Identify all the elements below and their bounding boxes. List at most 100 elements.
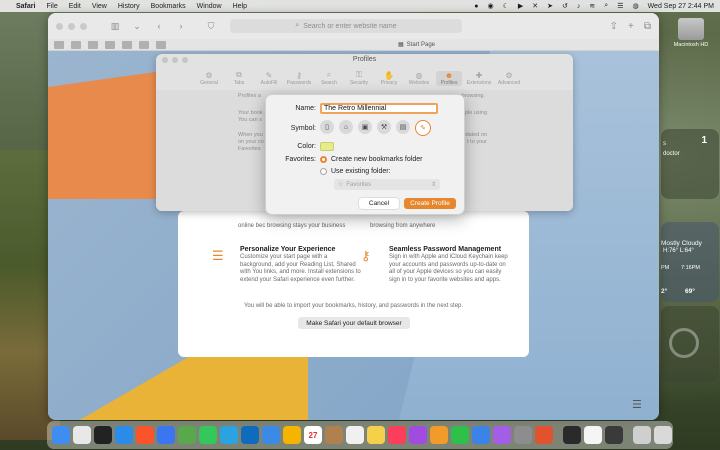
- sidebar-toggle-icon[interactable]: ▥: [107, 20, 123, 32]
- flower-app-icon[interactable]: [493, 426, 511, 444]
- zoom-button[interactable]: [182, 57, 188, 63]
- settings-icon[interactable]: [514, 426, 532, 444]
- folder-select[interactable]: ☆ Favorites ⇕: [334, 179, 440, 190]
- gauge-icon[interactable]: [535, 426, 553, 444]
- menu-view[interactable]: View: [92, 3, 107, 10]
- tab-search[interactable]: ⌕ Search: [316, 70, 342, 86]
- default-browser-button[interactable]: Make Safari your default browser: [298, 317, 410, 329]
- zoom-button[interactable]: [80, 22, 87, 30]
- weather-widget[interactable]: Mostly Cloudy H:76° L:64° PM 7:16PM 2° 6…: [661, 222, 719, 302]
- brave-icon[interactable]: [136, 426, 154, 444]
- tab-profiles[interactable]: ☻ Profiles: [436, 70, 462, 86]
- briefcase-icon[interactable]: ▣: [358, 120, 372, 134]
- create-profile-button[interactable]: Create Profile: [404, 198, 456, 209]
- menu-history[interactable]: History: [118, 3, 140, 10]
- customize-icon[interactable]: ☰: [632, 398, 642, 411]
- tab-passwords[interactable]: ⚷ Passwords: [286, 71, 312, 86]
- maps-icon[interactable]: [178, 426, 196, 444]
- pencil-icon[interactable]: ✎: [415, 120, 431, 136]
- cursor-icon[interactable]: ➤: [547, 2, 553, 10]
- search-icon[interactable]: ⌕: [604, 2, 608, 10]
- moon-icon[interactable]: ☾: [503, 2, 509, 10]
- tab-websites[interactable]: ◍ Websites: [406, 71, 432, 86]
- reminders-widget[interactable]: 1 s doctor: [661, 129, 719, 199]
- siri-icon[interactable]: ◍: [632, 2, 638, 10]
- notes-icon[interactable]: [367, 426, 385, 444]
- volume-icon[interactable]: ♪: [577, 3, 581, 10]
- share-icon[interactable]: ⇪: [610, 21, 618, 32]
- tools-icon[interactable]: ✕: [532, 2, 538, 10]
- telegram-icon[interactable]: [220, 426, 238, 444]
- close-button[interactable]: [56, 22, 63, 30]
- safari-icon[interactable]: [115, 426, 133, 444]
- signal-icon[interactable]: [157, 426, 175, 444]
- shield-icon[interactable]: ⛉: [203, 20, 219, 32]
- hammer-icon[interactable]: ⚒: [377, 120, 391, 134]
- menu-help[interactable]: Help: [233, 3, 247, 10]
- clock-icon[interactable]: [584, 426, 602, 444]
- downloads-icon[interactable]: [633, 426, 651, 444]
- building-icon[interactable]: ▤: [396, 120, 410, 134]
- tab-autofill[interactable]: ✎ AutoFill: [256, 71, 282, 86]
- trash-icon[interactable]: [654, 426, 672, 444]
- reminders-icon[interactable]: [346, 426, 364, 444]
- id-card-icon[interactable]: ▯: [320, 120, 334, 134]
- menu-app[interactable]: Safari: [16, 3, 35, 10]
- tab-start-page[interactable]: ▦ Start Page: [398, 41, 435, 49]
- wifi-icon[interactable]: ≋: [589, 2, 595, 10]
- menu-window[interactable]: Window: [197, 3, 222, 10]
- keynote-icon[interactable]: [472, 426, 490, 444]
- finder-icon[interactable]: [52, 426, 70, 444]
- youtube-icon[interactable]: [54, 40, 64, 49]
- tab-extensions[interactable]: ✚ Extensions: [466, 71, 492, 86]
- outlook-icon[interactable]: [241, 426, 259, 444]
- tab-overview-icon[interactable]: ⧉: [644, 21, 651, 32]
- bookmark-icon[interactable]: [88, 40, 98, 49]
- record-icon[interactable]: ●: [474, 3, 478, 10]
- color-swatch[interactable]: [320, 142, 334, 151]
- music-icon[interactable]: [388, 426, 406, 444]
- close-button[interactable]: [162, 57, 168, 63]
- tab-general[interactable]: ⚙ General: [196, 71, 222, 86]
- calculator-icon[interactable]: [605, 426, 623, 444]
- menu-edit[interactable]: Edit: [69, 3, 81, 10]
- tab-advanced[interactable]: ⚙ Advanced: [496, 71, 522, 86]
- tab-tabs[interactable]: ⧉ Tabs: [226, 70, 252, 86]
- battery-widget[interactable]: [661, 306, 719, 382]
- bookmark-icon[interactable]: [71, 40, 81, 49]
- cancel-button[interactable]: Cancel: [359, 198, 399, 209]
- launchpad-icon[interactable]: [73, 426, 91, 444]
- time-machine-icon[interactable]: ↺: [562, 2, 568, 10]
- contacts-icon[interactable]: [325, 426, 343, 444]
- address-bar[interactable]: ⌕ Search or enter website name: [230, 19, 462, 33]
- graduation-cap-icon[interactable]: ⌂: [339, 120, 353, 134]
- terminal-icon[interactable]: [94, 426, 112, 444]
- forward-icon[interactable]: ›: [173, 20, 189, 32]
- tab-privacy[interactable]: ✋ Privacy: [376, 71, 402, 86]
- profile-name-input[interactable]: The Retro Millennial: [320, 103, 438, 114]
- option-existing-folder[interactable]: Use existing folder:: [331, 168, 391, 175]
- numbers-icon[interactable]: [451, 426, 469, 444]
- option-new-folder[interactable]: Create new bookmarks folder: [331, 156, 422, 163]
- radio-existing-folder[interactable]: [320, 168, 327, 175]
- activity-monitor-icon[interactable]: [563, 426, 581, 444]
- play-icon[interactable]: ▶: [518, 2, 523, 10]
- mail-icon[interactable]: [262, 426, 280, 444]
- control-center-icon[interactable]: ☰: [617, 2, 623, 10]
- menu-bookmarks[interactable]: Bookmarks: [151, 3, 186, 10]
- back-icon[interactable]: ‹: [151, 20, 167, 32]
- menu-file[interactable]: File: [46, 3, 57, 10]
- bookmark-icon[interactable]: [156, 40, 166, 49]
- macintosh-hd[interactable]: Macintosh HD: [668, 18, 714, 48]
- new-tab-icon[interactable]: +: [628, 21, 634, 32]
- minimize-button[interactable]: [68, 22, 75, 30]
- bookmark-icon[interactable]: [122, 40, 132, 49]
- menubar-clock[interactable]: Wed Sep 27 2:44 PM: [648, 3, 714, 10]
- pages-icon[interactable]: [430, 426, 448, 444]
- minimize-button[interactable]: [172, 57, 178, 63]
- calendar-icon[interactable]: 27: [304, 426, 322, 444]
- bookmark-icon[interactable]: [105, 40, 115, 49]
- github-icon[interactable]: ◉: [487, 2, 493, 10]
- photos-icon[interactable]: [283, 426, 301, 444]
- radio-new-folder[interactable]: [320, 156, 327, 163]
